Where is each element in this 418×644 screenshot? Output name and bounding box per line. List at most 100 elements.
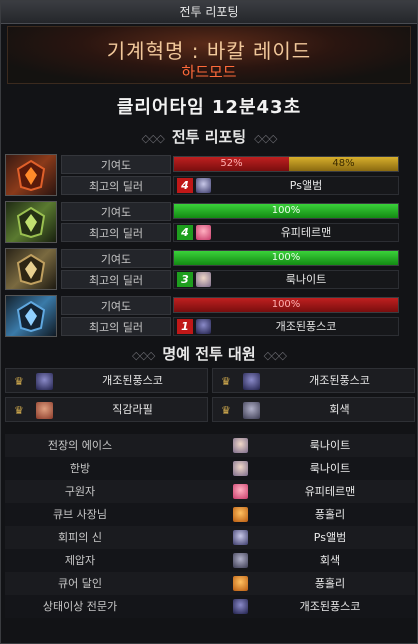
honor-member: ♛ 개조된풍스코 [5,368,208,393]
best-dealer-label: 최고의 딜러 [61,176,171,195]
dealer-name: 개조된풍스코 [275,320,337,333]
ornament-right-icon: ◇◇◇ [254,132,277,145]
best-dealer: 4 유피테르맨 [173,223,399,242]
crown-icon: ♛ [14,404,24,417]
award-row: 상태이상 전문가 개조된풍스코 [5,595,415,618]
honor-member: ♛ 직감라필 [5,397,208,422]
award-winner: 룩나이트 [309,439,351,452]
contribution-segment: 100% [174,204,398,218]
award-title: 회피의 신 [58,531,102,544]
bakal-blue-icon [5,295,57,337]
dealer-name: 유피테르맨 [280,226,332,239]
award-winner: 유피테르맨 [304,485,356,498]
award-title: 큐브 사장님 [52,508,108,521]
battle-report-window: 전투 리포팅 기계혁명 : 바칼 레이드 하드모드 클리어타임 12분43초 ◇… [0,0,418,644]
award-title: 전장의 에이스 [47,439,113,452]
crown-icon: ♛ [221,404,231,417]
dealer-name: Ps앨범 [289,179,323,192]
rank-badge: 3 [177,272,193,287]
award-title: 구원자 [64,485,96,498]
award-winner: 회색 [319,554,341,567]
award-title: 한방 [69,462,91,475]
contribution-label: 기여도 [61,202,171,221]
character-avatar [196,272,211,287]
bakal-fire-icon [5,154,57,196]
honor-members-grid: ♛ 개조된풍스코 ♛ 개조된풍스코 ♛ 직감라필 ♛ 회색 [5,368,415,424]
character-avatar [233,484,248,499]
contribution-segment: 100% [174,251,398,265]
award-row: 회피의 신 Ps앨범 [5,526,415,549]
character-avatar [243,373,260,390]
contribution-bar: 100% [173,203,399,219]
best-dealer-row: 최고의 딜러 4 유피테르맨 [61,223,413,242]
party-row-2: 기여도 100% 최고의 딜러 4 유피테르맨 [5,200,415,246]
contribution-row: 기여도 100% [61,249,413,268]
honor-section-title: 명예 전투 대원 [162,345,256,363]
ornament-left-icon: ◇◇◇ [131,349,155,362]
rank-badge: 4 [177,225,193,240]
character-avatar [196,225,211,240]
award-title: 큐어 달인 [58,577,102,590]
character-avatar [36,373,53,390]
award-winner: 풍홀리 [314,508,346,521]
ornament-right-icon: ◇◇◇ [263,349,287,362]
crown-icon: ♛ [14,375,24,388]
best-dealer: 4 Ps앨범 [173,176,399,195]
character-avatar [36,402,53,419]
honor-section-header: ◇◇◇ 명예 전투 대원 ◇◇◇ [1,343,417,364]
contribution-label: 기여도 [61,296,171,315]
bakal-green-icon [5,201,57,243]
bakal-gold-icon [5,248,57,290]
contribution-bar: 100% [173,297,399,313]
contribution-segment: 52% [174,157,289,171]
contribution-segment: 48% [289,157,398,171]
window-title: 전투 리포팅 [1,1,417,24]
honor-member: ♛ 회색 [212,397,415,422]
award-row: 전장의 에이스 룩나이트 [5,434,415,457]
character-avatar [233,576,248,591]
crown-icon: ♛ [221,375,231,388]
character-avatar [233,507,248,522]
ornament-left-icon: ◇◇◇ [141,132,164,145]
contribution-label: 기여도 [61,249,171,268]
raid-mode: 하드모드 [181,63,237,81]
contribution-bar: 52% 48% [173,156,399,172]
award-row: 큐브 사장님 풍홀리 [5,503,415,526]
honor-member-name: 개조된풍스코 [309,374,370,387]
party-row-1: 기여도 52% 48% 최고의 딜러 4 Ps앨범 [5,153,415,199]
award-row: 큐어 달인 풍홀리 [5,572,415,595]
contribution-label: 기여도 [61,155,171,174]
best-dealer-label: 최고의 딜러 [61,317,171,336]
contribution-bar: 100% [173,250,399,266]
clear-time: 클리어타임 12분43초 [116,97,302,118]
award-title: 제압자 [64,554,96,567]
character-avatar [233,438,248,453]
rank-badge: 4 [177,178,193,193]
award-row: 구원자 유피테르맨 [5,480,415,503]
character-avatar [233,530,248,545]
character-avatar [243,402,260,419]
rank-badge: 1 [177,319,193,334]
best-dealer-row: 최고의 딜러 4 Ps앨범 [61,176,413,195]
character-avatar [233,553,248,568]
party-row-3: 기여도 100% 최고의 딜러 3 룩나이트 [5,247,415,293]
contribution-row: 기여도 52% 48% [61,155,413,174]
raid-name: 기계혁명 : 바칼 레이드 [106,39,312,63]
honor-member-name: 직감라필 [112,403,153,416]
best-dealer: 1 개조된풍스코 [173,317,399,336]
awards-list: 전장의 에이스 룩나이트 한방 룩나이트 구원자 유피테르맨 큐브 사장님 풍홀… [5,434,415,618]
honor-member-name: 개조된풍스코 [102,374,163,387]
dealer-name: 룩나이트 [285,273,327,286]
award-row: 한방 룩나이트 [5,457,415,480]
best-dealer-label: 최고의 딜러 [61,223,171,242]
best-dealer: 3 룩나이트 [173,270,399,289]
award-winner: 개조된풍스코 [299,600,361,613]
party-row-4: 기여도 100% 최고의 딜러 1 개조된풍스코 [5,294,415,340]
contribution-row: 기여도 100% [61,296,413,315]
raid-banner: 기계혁명 : 바칼 레이드 하드모드 [7,26,411,84]
best-dealer-row: 최고의 딜러 1 개조된풍스코 [61,317,413,336]
best-dealer-label: 최고의 딜러 [61,270,171,289]
character-avatar [196,178,211,193]
best-dealer-row: 최고의 딜러 3 룩나이트 [61,270,413,289]
contribution-segment: 100% [174,298,398,312]
